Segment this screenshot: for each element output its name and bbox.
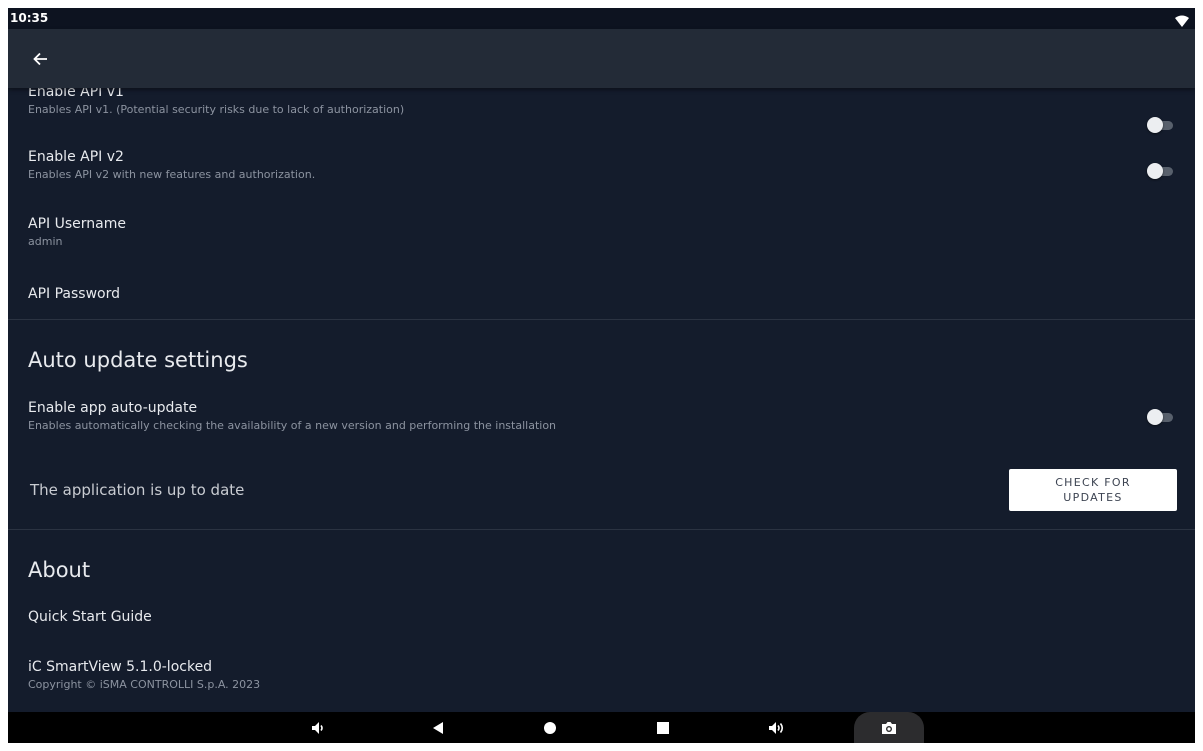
update-status-text: The application is up to date [30,481,245,499]
divider [8,319,1195,320]
status-bar: 10:35 [8,8,1195,29]
api-v2-toggle[interactable] [1147,163,1175,179]
api-v1-toggle[interactable] [1147,117,1175,133]
camera-icon[interactable] [879,718,899,738]
screenshot-pill[interactable] [854,712,924,743]
toggle-thumb [1147,163,1163,179]
pref-api-password[interactable]: API Password [28,286,1195,302]
pref-summary: Enables API v1. (Potential security risk… [28,103,405,116]
pref-summary: Enables API v2 with new features and aut… [28,168,316,181]
pref-summary: Copyright © iSMA CONTROLLI S.p.A. 2023 [28,678,261,691]
category-auto-update: Auto update settings [28,348,248,372]
device-screen: 10:35 Enable API v1 Enables API v1. (Pot… [8,8,1195,743]
wifi-icon [1175,12,1189,27]
check-for-updates-button[interactable]: CHECK FOR UPDATES [1009,469,1177,511]
pref-version[interactable]: iC SmartView 5.1.0-locked Copyright © iS… [28,659,1195,691]
category-about: About [28,558,91,582]
pref-title: Enable app auto-update [28,400,198,416]
pref-api-username[interactable]: API Username admin [28,216,1195,248]
app-bar [8,29,1195,88]
pref-title: Enable API v2 [28,149,124,165]
pref-enable-auto-update[interactable]: Enable app auto-update Enables automatic… [28,400,1195,432]
settings-list: Enable API v1 Enables API v1. (Potential… [8,88,1195,712]
pref-title: Quick Start Guide [28,609,152,625]
pref-title: API Password [28,286,120,302]
button-label: CHECK FOR UPDATES [1055,476,1131,504]
pref-title: Enable API v1 [28,88,124,100]
pref-summary: Enables automatically checking the avail… [28,419,557,432]
pref-summary: admin [28,235,63,248]
pref-quick-start-guide[interactable]: Quick Start Guide [28,609,1195,625]
volume-up-icon[interactable] [766,718,786,738]
toggle-thumb [1147,117,1163,133]
pref-enable-api-v2[interactable]: Enable API v2 Enables API v2 with new fe… [28,149,1195,181]
recents-square-icon[interactable] [653,718,673,738]
status-time: 10:35 [10,11,49,25]
pref-enable-api-v1[interactable]: Enable API v1 Enables API v1. (Potential… [28,88,1195,116]
toggle-thumb [1147,409,1163,425]
home-circle-icon[interactable] [540,718,560,738]
divider [8,529,1195,530]
navigation-bar [8,712,1195,743]
auto-update-toggle[interactable] [1147,409,1175,425]
pref-title: API Username [28,216,126,232]
back-triangle-icon[interactable] [428,718,448,738]
arrow-back-icon[interactable] [32,50,50,68]
volume-down-icon[interactable] [308,718,328,738]
pref-title: iC SmartView 5.1.0-locked [28,659,213,675]
